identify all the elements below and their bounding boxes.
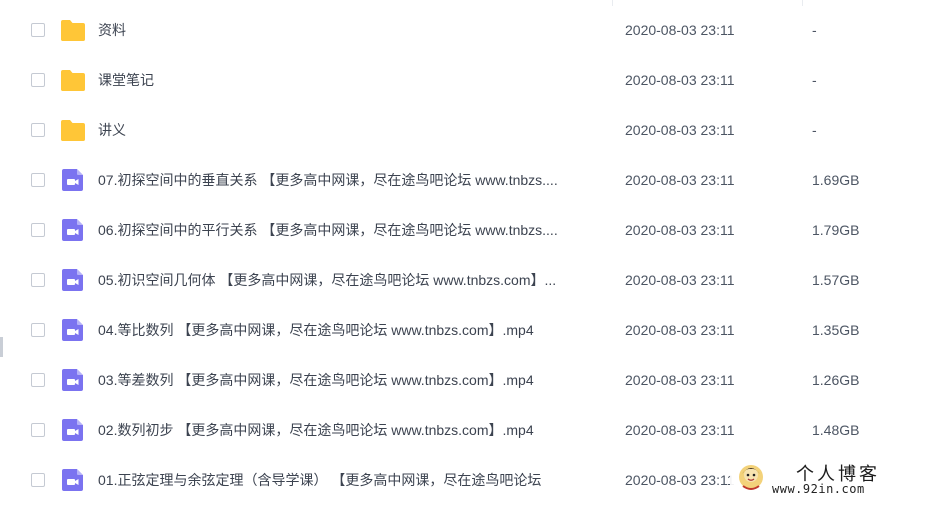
folder-icon[interactable]	[60, 18, 86, 42]
video-file-icon[interactable]	[60, 218, 86, 242]
file-size: 1.48GB	[812, 422, 860, 438]
file-row[interactable]: 02.数列初步 【更多高中网课，尽在途鸟吧论坛 www.tnbzs.com】.m…	[0, 405, 927, 455]
file-name[interactable]: 07.初探空间中的垂直关系 【更多高中网课，尽在途鸟吧论坛 www.tnbzs.…	[98, 170, 604, 190]
file-name[interactable]: 04.等比数列 【更多高中网课，尽在途鸟吧论坛 www.tnbzs.com】.m…	[98, 320, 604, 340]
watermark-url: www.92in.com	[772, 482, 865, 496]
row-checkbox[interactable]	[31, 273, 45, 287]
file-size: 1.79GB	[812, 222, 860, 238]
watermark: 个人博客 www.92in.com	[730, 458, 927, 500]
folder-icon[interactable]	[60, 118, 86, 142]
file-row[interactable]: 05.初识空间几何体 【更多高中网课，尽在途鸟吧论坛 www.tnbzs.com…	[0, 255, 927, 305]
file-modified-date: 2020-08-03 23:11	[625, 422, 735, 438]
file-size: -	[812, 122, 817, 138]
video-file-icon[interactable]	[60, 418, 86, 442]
file-name[interactable]: 01.正弦定理与余弦定理（含导学课） 【更多高中网课，尽在途鸟吧论坛	[98, 470, 604, 490]
row-checkbox[interactable]	[31, 373, 45, 387]
file-row[interactable]: 03.等差数列 【更多高中网课，尽在途鸟吧论坛 www.tnbzs.com】.m…	[0, 355, 927, 405]
file-size: -	[812, 72, 817, 88]
file-name[interactable]: 讲义	[98, 120, 604, 140]
file-modified-date: 2020-08-03 23:11	[625, 72, 735, 88]
file-size: -	[812, 22, 817, 38]
row-checkbox[interactable]	[31, 23, 45, 37]
file-modified-date: 2020-08-03 23:11	[625, 372, 735, 388]
file-name[interactable]: 02.数列初步 【更多高中网课，尽在途鸟吧论坛 www.tnbzs.com】.m…	[98, 420, 604, 440]
file-row[interactable]: 讲义 2020-08-03 23:11 -	[0, 105, 927, 155]
video-file-icon[interactable]	[60, 318, 86, 342]
file-modified-date: 2020-08-03 23:11	[625, 22, 735, 38]
file-modified-date: 2020-08-03 23:11	[625, 172, 735, 188]
file-size: 1.69GB	[812, 172, 860, 188]
row-checkbox[interactable]	[31, 423, 45, 437]
file-row[interactable]: 04.等比数列 【更多高中网课，尽在途鸟吧论坛 www.tnbzs.com】.m…	[0, 305, 927, 355]
row-checkbox[interactable]	[31, 73, 45, 87]
file-name[interactable]: 03.等差数列 【更多高中网课，尽在途鸟吧论坛 www.tnbzs.com】.m…	[98, 370, 604, 390]
video-file-icon[interactable]	[60, 168, 86, 192]
file-modified-date: 2020-08-03 23:11	[625, 222, 735, 238]
file-name[interactable]: 课堂笔记	[98, 70, 604, 90]
file-name[interactable]: 05.初识空间几何体 【更多高中网课，尽在途鸟吧论坛 www.tnbzs.com…	[98, 270, 604, 290]
video-file-icon[interactable]	[60, 468, 86, 492]
row-checkbox[interactable]	[31, 323, 45, 337]
file-modified-date: 2020-08-03 23:11	[625, 272, 735, 288]
file-name[interactable]: 06.初探空间中的平行关系 【更多高中网课，尽在途鸟吧论坛 www.tnbzs.…	[98, 220, 604, 240]
file-size: 1.35GB	[812, 322, 860, 338]
file-row[interactable]: 资料 2020-08-03 23:11 -	[0, 5, 927, 55]
file-modified-date: 2020-08-03 23:11	[625, 122, 735, 138]
row-checkbox[interactable]	[31, 123, 45, 137]
watermark-logo-icon	[739, 465, 763, 490]
file-modified-date: 2020-08-03 23:11	[625, 472, 735, 488]
row-checkbox[interactable]	[31, 223, 45, 237]
file-size: 1.57GB	[812, 272, 860, 288]
video-file-icon[interactable]	[60, 268, 86, 292]
file-row[interactable]: 07.初探空间中的垂直关系 【更多高中网课，尽在途鸟吧论坛 www.tnbzs.…	[0, 155, 927, 205]
file-list: 资料 2020-08-03 23:11 - 课堂笔记 2020-08-03 23:11 -…	[0, 5, 927, 505]
file-size: 1.26GB	[812, 372, 860, 388]
file-modified-date: 2020-08-03 23:11	[625, 322, 735, 338]
row-checkbox[interactable]	[31, 473, 45, 487]
video-file-icon[interactable]	[60, 368, 86, 392]
folder-icon[interactable]	[60, 68, 86, 92]
file-row[interactable]: 06.初探空间中的平行关系 【更多高中网课，尽在途鸟吧论坛 www.tnbzs.…	[0, 205, 927, 255]
row-checkbox[interactable]	[31, 173, 45, 187]
file-name[interactable]: 资料	[98, 20, 604, 40]
file-row[interactable]: 课堂笔记 2020-08-03 23:11 -	[0, 55, 927, 105]
